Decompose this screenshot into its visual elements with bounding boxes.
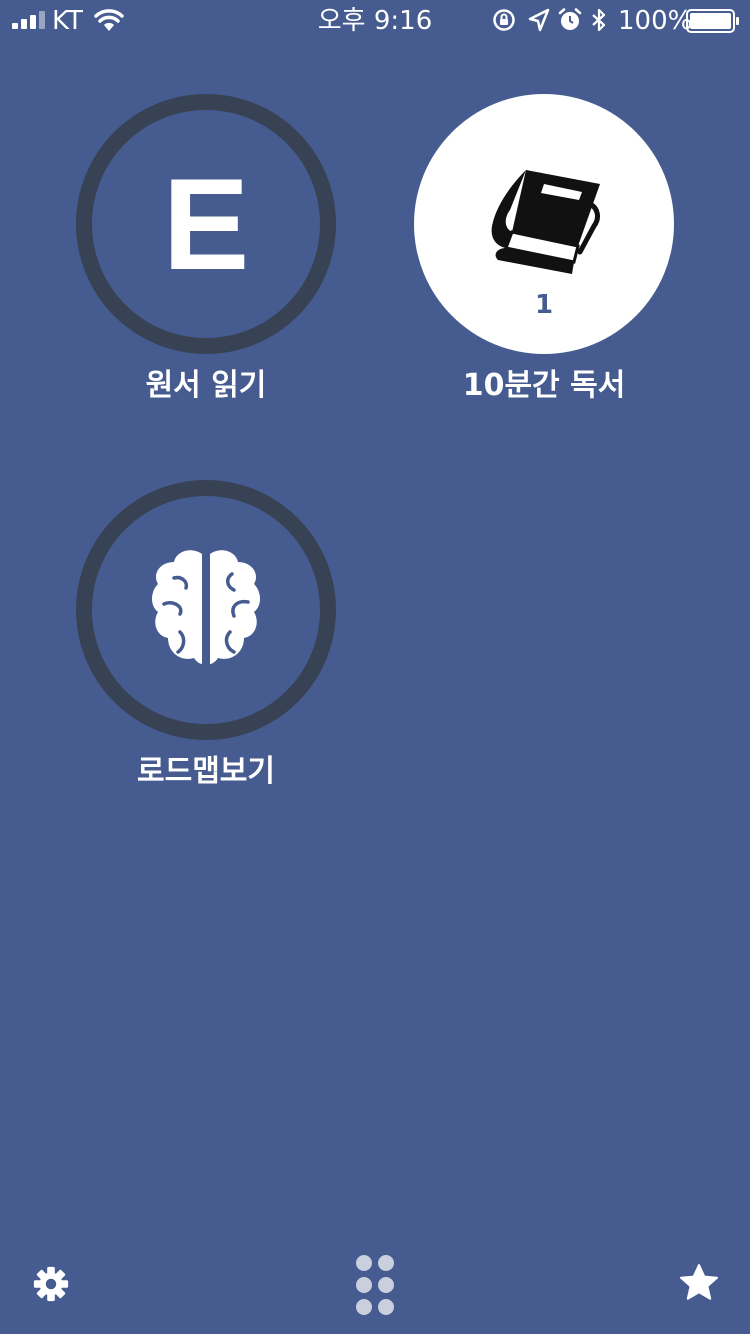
tile-roadmap[interactable]: 로드맵보기 [56,480,356,820]
bottom-toolbar [0,1244,750,1334]
letter-e-icon: E [76,94,336,354]
tile-ten-minute-reading[interactable]: 1 10분간 독서 [394,94,694,434]
menu-grid-icon[interactable] [355,1254,395,1316]
location-icon [528,8,550,32]
orientation-lock-icon [493,9,515,31]
letter-e-glyph: E [162,151,250,297]
settings-gear-icon[interactable] [32,1265,70,1303]
tile-label: 원서 읽기 [145,368,267,403]
alarm-icon [558,8,582,30]
favorites-star-icon[interactable] [679,1263,719,1303]
tile-label: 10분간 독서 [462,368,626,403]
book-icon [491,170,600,274]
status-bar: KT 오후 9:16 100% [0,0,750,40]
reading-count: 1 [534,290,554,320]
tile-label: 로드맵보기 [137,754,275,789]
brain-icon [152,550,260,664]
book-circle: 1 [414,94,674,354]
battery-icon [686,9,739,33]
tile-reading-original[interactable]: E 원서 읽기 [56,94,356,434]
brain-circle [76,480,336,740]
bluetooth-icon [592,8,606,32]
battery-percent: 100% [618,6,693,36]
